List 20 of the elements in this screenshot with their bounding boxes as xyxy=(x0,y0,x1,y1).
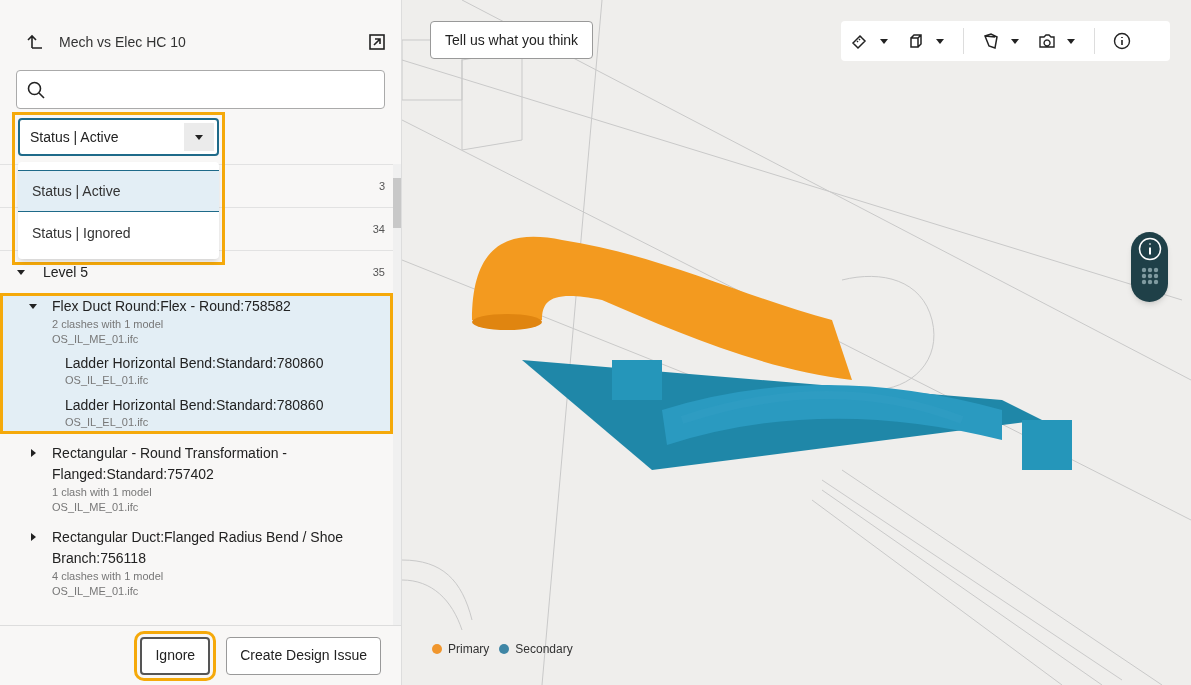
file-name: OS_IL_ME_01.ifc xyxy=(52,584,140,599)
item-title: Ladder Horizontal Bend:Standard:780860 xyxy=(65,354,325,373)
group-count: 34 xyxy=(372,221,385,237)
panel-title: Mech vs Elec HC 10 xyxy=(59,32,186,52)
file-name: OS_IL_EL_01.ifc xyxy=(65,415,150,429)
group-count: 3 xyxy=(378,178,385,194)
file-name: OS_IL_EL_01.ifc xyxy=(65,373,150,387)
clash-count: 2 clashes with 1 model xyxy=(52,317,165,332)
item-title: Rectangular Duct:Flanged Radius Bend / Shoe Branch:756118 xyxy=(52,528,345,568)
item-title: Ladder Horizontal Bend:Standard:780860 xyxy=(65,396,325,415)
item-title: Rectangular - Round Transformation - Flanged:Standard:757402 xyxy=(52,444,288,484)
clash-count: 1 clash with 1 model xyxy=(52,485,153,500)
file-name: OS_IL_ME_01.ifc xyxy=(52,332,140,347)
item-title: Flex Duct Round:Flex - Round:758582 xyxy=(52,297,291,316)
clash-count: 4 clashes with 1 model xyxy=(52,569,165,584)
legend-label: Primary xyxy=(448,641,490,658)
legend-label: Secondary xyxy=(515,641,573,658)
group-count: 35 xyxy=(372,264,385,280)
file-name: OS_IL_ME_01.ifc xyxy=(52,500,140,515)
group-label: Level 5 xyxy=(43,262,89,282)
